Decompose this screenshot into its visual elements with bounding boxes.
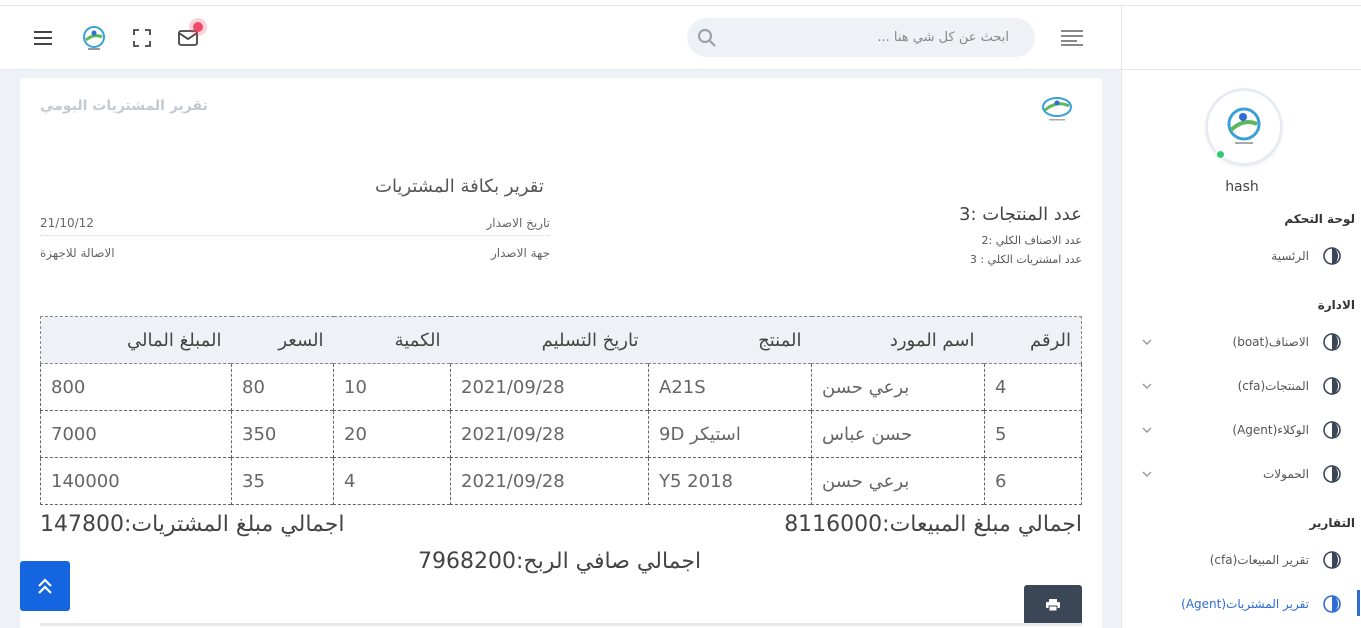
sidebar-item-agents[interactable]: الوكلاء(Agent)	[1141, 417, 1341, 443]
divider	[40, 623, 1082, 626]
issue-date-row: تاريخ الاصدار 21/10/12	[40, 214, 550, 236]
cell-number: 5	[984, 410, 1082, 458]
notification-dot	[193, 22, 203, 32]
cell-quantity: 4	[333, 457, 451, 505]
chevron-up-double-icon	[38, 578, 52, 594]
cell-price: 80	[231, 363, 334, 411]
col-amount: المبلغ المالي	[40, 316, 232, 364]
issue-date-value: 21/10/12	[40, 216, 94, 230]
cell-product: Y5 2018	[648, 457, 812, 505]
sidebar-top	[1122, 6, 1361, 70]
chevron-down-icon[interactable]	[1141, 468, 1153, 480]
card-title: تقرير المشتريات اليومي	[40, 98, 208, 114]
chevron-down-icon[interactable]	[1141, 380, 1153, 392]
sidebar-item-label: الرئسية	[1271, 249, 1309, 263]
purchases-table: الرقم اسم المورد المنتج تاريخ التسليم ال…	[40, 316, 1082, 505]
username: hash	[1225, 179, 1259, 195]
print-button[interactable]	[1024, 585, 1082, 625]
sidebar-item-label: تقرير المبيعات(cfa)	[1209, 553, 1309, 567]
sidebar-item-label: المنتجات(cfa)	[1237, 379, 1309, 393]
section-reports: التقارير	[1309, 516, 1355, 530]
col-delivery-date: تاريخ التسليم	[450, 316, 649, 364]
table-row: 4 برعي حسن A21S 2021/09/28 10 80 800	[40, 363, 1082, 411]
purchases-total: عدد امشتريات الكلي : 3	[969, 253, 1082, 266]
section-dashboard: لوحة التحكم	[1284, 212, 1355, 226]
total-purchases: اجمالي مبلغ المشتريات:147800	[40, 512, 345, 537]
cell-supplier: برعي حسن	[811, 457, 985, 505]
sidebar-item-shipments[interactable]: الحمولات	[1141, 461, 1341, 487]
table-row: 5 حسن عباس استيكر 9D 2021/09/28 20 350 7…	[40, 410, 1082, 458]
online-status-dot	[1216, 150, 1225, 159]
cell-quantity: 10	[333, 363, 451, 411]
sidebar-item-label: الحمولات	[1262, 467, 1309, 481]
table-header-row: الرقم اسم المورد المنتج تاريخ التسليم ال…	[40, 316, 1082, 364]
search-box[interactable]	[687, 18, 1035, 57]
report-title: تقرير بكافة المشتريات	[375, 176, 544, 197]
sidebar: hash لوحة التحكم الرئسية الادارة الاصناف…	[1121, 6, 1361, 628]
products-count: عدد المنتجات :3	[959, 204, 1082, 225]
logo-icon[interactable]	[74, 6, 114, 70]
issuer-row: جهة الاصدار الاصالة للاجهزة	[40, 244, 550, 266]
sort-lines-icon[interactable]	[1052, 6, 1092, 70]
sidebar-item-products[interactable]: المنتجات(cfa)	[1141, 373, 1341, 399]
chevron-down-icon[interactable]	[1141, 336, 1153, 348]
chevron-down-icon[interactable]	[1141, 424, 1153, 436]
cell-supplier: حسن عباس	[811, 410, 985, 458]
cell-delivery-date: 2021/09/28	[450, 457, 649, 505]
fullscreen-icon[interactable]	[122, 6, 162, 70]
categories-total: عدد الاصناف الكلي :2	[981, 234, 1082, 247]
sidebar-item-home[interactable]: الرئسية	[1141, 243, 1341, 269]
globe-icon	[1323, 377, 1341, 395]
cell-amount: 7000	[40, 410, 232, 458]
cell-number: 6	[984, 457, 1082, 505]
globe-icon	[1323, 421, 1341, 439]
sidebar-item-label: الوكلاء(Agent)	[1232, 423, 1309, 437]
sidebar-item-sales-report[interactable]: تقرير المبيعات(cfa)	[1141, 547, 1341, 573]
globe-icon	[1323, 595, 1341, 613]
printer-icon	[1046, 599, 1060, 611]
globe-icon	[1323, 551, 1341, 569]
cell-number: 4	[984, 363, 1082, 411]
globe-icon	[1323, 465, 1341, 483]
sidebar-item-categories[interactable]: الاصناف(boat)	[1141, 329, 1341, 355]
mail-icon[interactable]	[168, 6, 208, 70]
cell-delivery-date: 2021/09/28	[450, 410, 649, 458]
active-indicator	[1357, 590, 1360, 616]
cell-supplier: برعي حسن	[811, 363, 985, 411]
cell-amount: 140000	[40, 457, 232, 505]
scroll-top-button[interactable]	[20, 561, 70, 611]
top-header	[0, 6, 1121, 70]
report-card: تقرير المشتريات اليومي تقرير بكافة المشت…	[20, 78, 1102, 628]
cell-amount: 800	[40, 363, 232, 411]
col-number: الرقم	[984, 316, 1082, 364]
col-supplier: اسم المورد	[811, 316, 985, 364]
cell-delivery-date: 2021/09/28	[450, 363, 649, 411]
col-quantity: الكمية	[333, 316, 451, 364]
search-icon[interactable]	[697, 28, 717, 48]
sidebar-item-purchases-report[interactable]: تقرير المشتريات(Agent)	[1141, 591, 1341, 617]
cell-product: استيكر 9D	[648, 410, 812, 458]
cell-product: A21S	[648, 363, 812, 411]
col-price: السعر	[231, 316, 334, 364]
cell-price: 350	[231, 410, 334, 458]
issue-date-label: تاريخ الاصدار	[486, 216, 551, 230]
sidebar-item-label: الاصناف(boat)	[1232, 335, 1309, 349]
section-admin: الادارة	[1317, 298, 1355, 312]
avatar[interactable]	[1208, 91, 1280, 163]
globe-icon	[1323, 333, 1341, 351]
table-row: 6 برعي حسن Y5 2018 2021/09/28 4 35 14000…	[40, 457, 1082, 505]
logo-icon	[1040, 94, 1074, 124]
sidebar-item-label: تقرير المشتريات(Agent)	[1181, 597, 1309, 611]
total-sales: اجمالي مبلغ المبيعات:8116000	[784, 512, 1082, 537]
issuer-value: الاصالة للاجهزة	[40, 246, 115, 260]
globe-icon	[1323, 247, 1341, 265]
search-input[interactable]	[727, 18, 1017, 57]
logo-icon	[1227, 107, 1261, 144]
menu-icon[interactable]	[23, 6, 63, 70]
cell-price: 35	[231, 457, 334, 505]
net-profit: اجمالي صافي الربح:7968200	[418, 549, 702, 574]
col-product: المنتج	[648, 316, 812, 364]
issuer-label: جهة الاصدار	[491, 246, 550, 260]
cell-quantity: 20	[333, 410, 451, 458]
